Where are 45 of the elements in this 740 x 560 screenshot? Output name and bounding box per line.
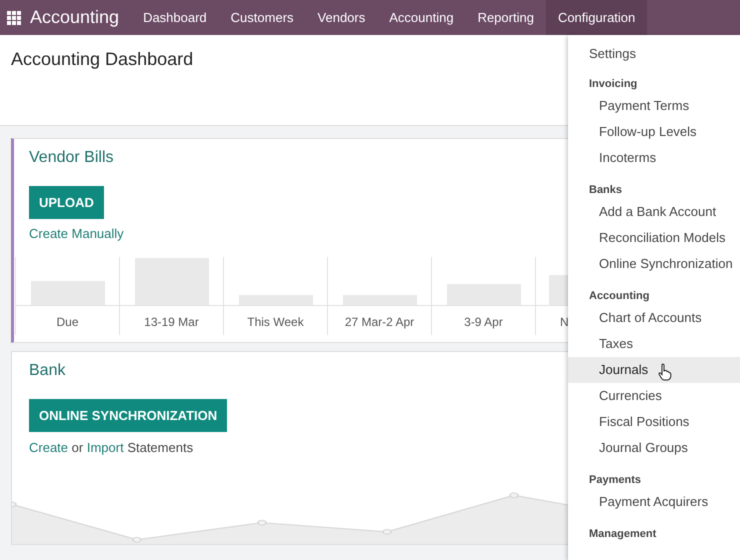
app-title[interactable]: Accounting (30, 7, 120, 28)
axis-label: 3-9 Apr (464, 314, 503, 331)
menu-item[interactable]: Journal Groups (568, 435, 740, 461)
menu-item[interactable]: Settings (568, 42, 740, 65)
statement-link[interactable]: Import (86, 440, 124, 455)
menu-section-header: Accounting (588, 289, 650, 304)
axis-label: 13-19 Mar (144, 314, 199, 331)
hand-cursor-icon (658, 363, 672, 381)
card-title[interactable]: Vendor Bills (29, 149, 114, 167)
menu-item[interactable]: Online Synchronization (568, 251, 740, 277)
create-manually-link[interactable]: Create Manually (29, 226, 124, 241)
menu-item[interactable]: Journals (568, 357, 740, 383)
menu-item[interactable]: Currencies (568, 383, 740, 409)
chart-point (382, 528, 392, 535)
axis-label: N (559, 314, 569, 331)
nav-menu-item[interactable]: Reporting (466, 0, 546, 35)
nav-menu-item[interactable]: Configuration (546, 0, 648, 35)
axis-label: This Week (247, 314, 304, 331)
online-synchronization-button[interactable]: ONLINE SYNCHRONIZATION (29, 399, 228, 432)
card-title[interactable]: Bank (29, 362, 66, 380)
axis-label: 27 Mar-2 Apr (344, 314, 414, 331)
apps-menu-icon[interactable] (7, 10, 21, 24)
menu-section-header: Banks (588, 183, 624, 198)
menu-item[interactable]: Follow-up Levels (568, 119, 740, 145)
axis-label: Due (56, 314, 78, 331)
menu-item[interactable]: Taxes (568, 331, 740, 357)
upload-button[interactable]: UPLOAD (29, 186, 104, 219)
menu-item[interactable]: Payment Acquirers (568, 489, 740, 515)
nav-menu-item[interactable]: Customers (218, 0, 306, 35)
menu-item[interactable]: Chart of Accounts (568, 305, 740, 331)
menu-section-header: Management (588, 527, 658, 542)
chart-point (257, 520, 267, 526)
menu-item[interactable]: Fiscal Positions (568, 409, 740, 435)
nav-menu-item[interactable]: Dashboard (131, 0, 219, 35)
nav-menu-item[interactable]: Vendors (306, 0, 378, 35)
menu-section-header: Invoicing (588, 77, 638, 92)
menu-section-header: Payments (588, 473, 642, 488)
menu-item[interactable]: Add a Bank Account (568, 199, 740, 225)
statements-text: Create or Import Statements (29, 440, 194, 455)
menu-item[interactable]: Reconciliation Models (568, 225, 740, 251)
menu-item[interactable]: Incoterms (568, 145, 740, 171)
statement-link[interactable]: Create (29, 440, 68, 455)
nav-menu-item[interactable]: Accounting (377, 0, 466, 35)
menu-item[interactable]: Payment Terms (568, 93, 740, 119)
page-title: Accounting Dashboard (11, 49, 194, 70)
